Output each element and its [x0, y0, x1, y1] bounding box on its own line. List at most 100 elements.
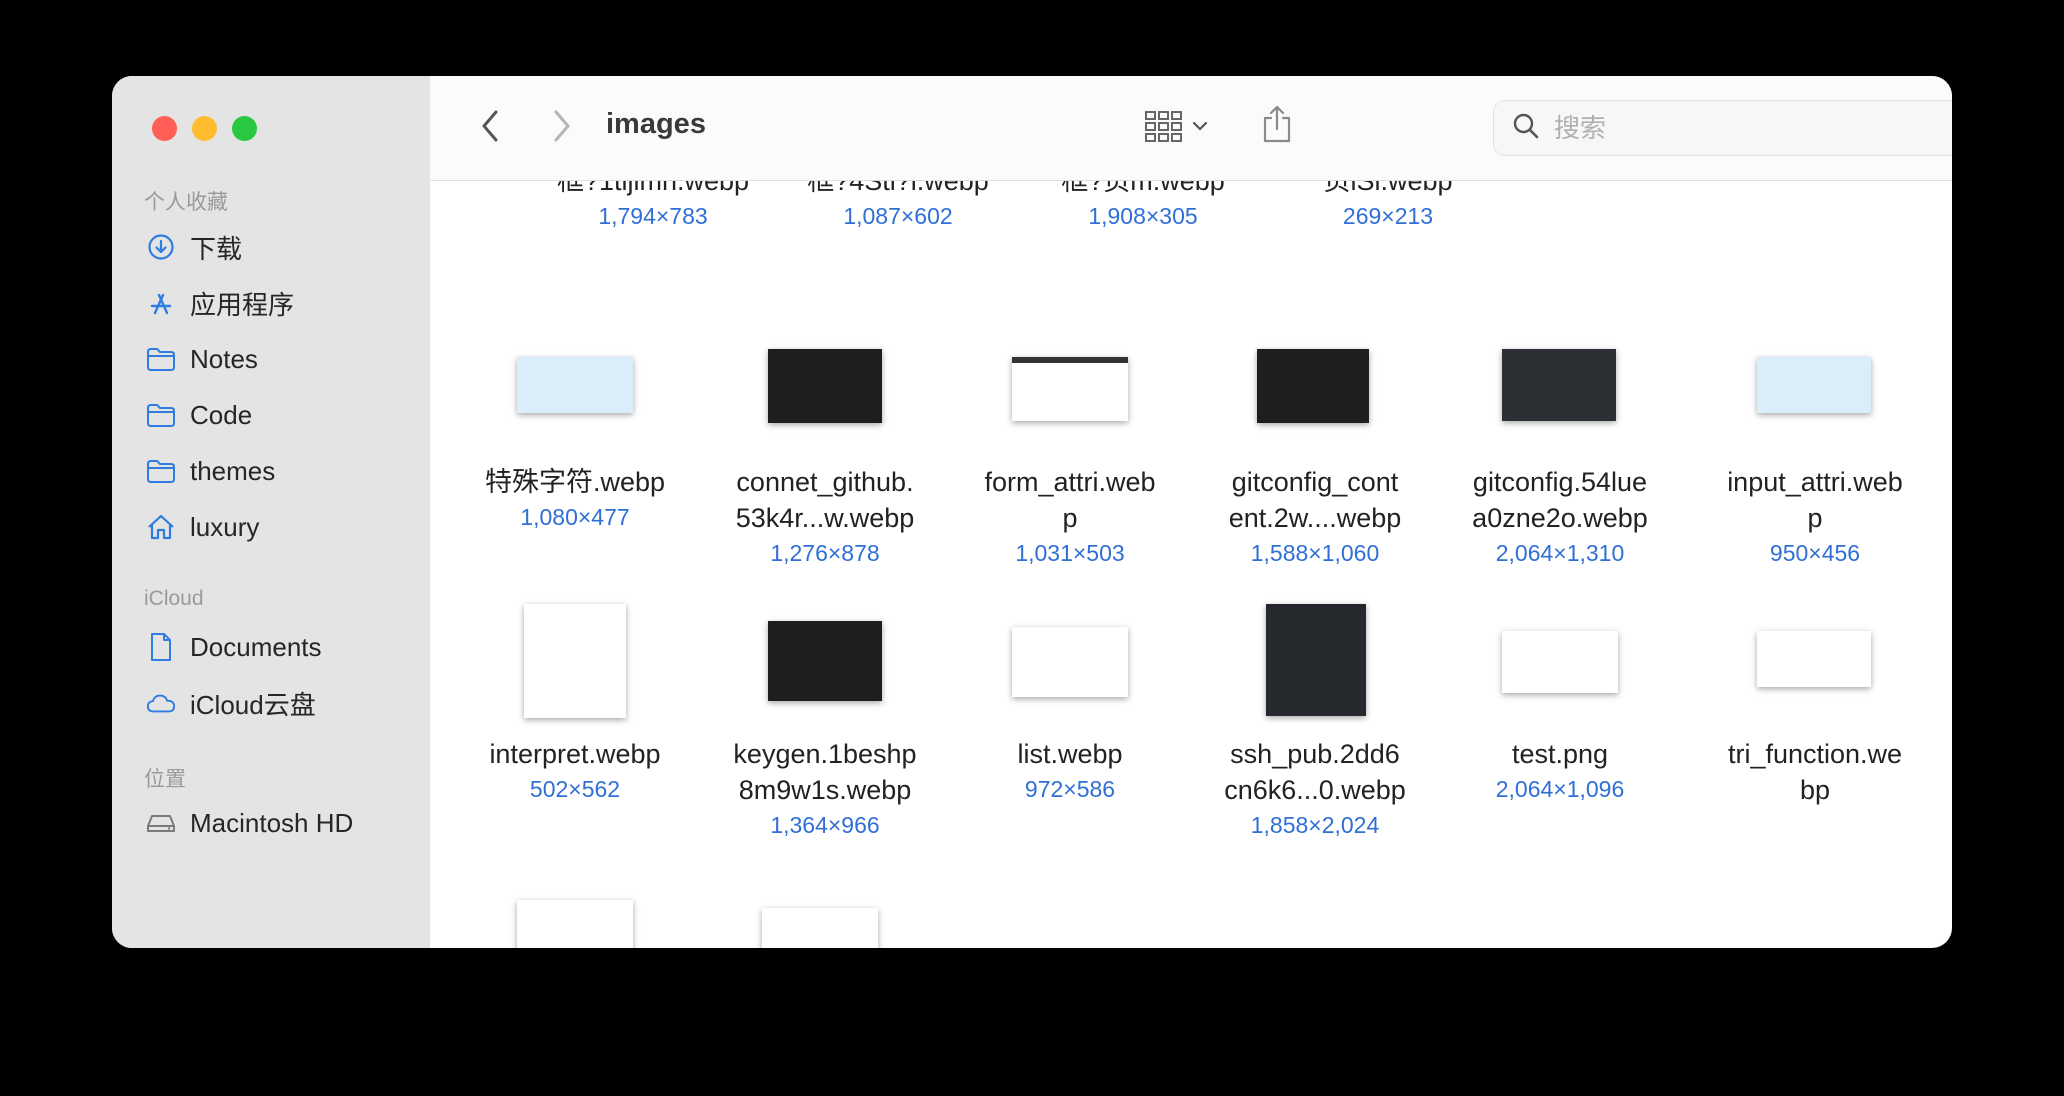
chevron-down-icon: [1192, 119, 1208, 137]
file-dimensions: 269×213: [1342, 203, 1434, 229]
file-dimensions: 1,794×783: [598, 203, 708, 229]
file-thumbnail[interactable]: [768, 621, 882, 701]
file-thumbnail[interactable]: [1266, 604, 1366, 716]
file-name: gitconfig.54lue a0zne2o.webp: [1472, 467, 1648, 533]
sidebar-item-label: 下载: [190, 233, 243, 264]
file-item[interactable]: ssh_pub.2dd6 cn6k6...0.webp 1,858×2,024: [1200, 736, 1430, 842]
file-thumbnail[interactable]: [768, 349, 882, 423]
sidebar-item-label: iCloud云盘: [190, 689, 316, 720]
file-name: interpret.webp: [489, 739, 661, 769]
file-item[interactable]: 框?页m.webp 1,908×305: [1028, 181, 1258, 233]
file-thumbnail[interactable]: [1502, 631, 1618, 693]
share-button[interactable]: [1260, 104, 1304, 148]
file-dimensions: 502×562: [529, 776, 621, 802]
file-dimensions: 1,858×2,024: [1250, 812, 1380, 838]
forward-chevron-icon: [552, 109, 572, 148]
file-item[interactable]: 框?4Stl?l.webp 1,087×602: [783, 181, 1013, 233]
search-input[interactable]: [1552, 111, 1952, 145]
file-thumbnail[interactable]: [1757, 357, 1871, 413]
file-item[interactable]: interpret.webp 502×562: [460, 736, 690, 806]
back-button[interactable]: [470, 106, 510, 150]
sidebar-item-label: Documents: [190, 631, 322, 662]
file-item[interactable]: 框?1tljlmn.webp 1,794×783: [538, 181, 768, 233]
search-field[interactable]: [1493, 100, 1952, 156]
folder-icon: [146, 400, 176, 430]
toolbar: images: [430, 76, 1952, 181]
file-item[interactable]: 页lSl.webp 269×213: [1273, 181, 1503, 233]
sidebar-item-label: themes: [190, 455, 276, 486]
file-thumbnail[interactable]: [1012, 357, 1128, 421]
file-item[interactable]: test.png 2,064×1,096: [1445, 736, 1675, 806]
sidebar-item-notes[interactable]: Notes: [146, 339, 416, 379]
file-item[interactable]: connet_github. 53k4r...w.webp 1,276×878: [710, 464, 940, 570]
folder-icon: [146, 456, 176, 486]
disk-icon: [146, 808, 176, 838]
view-options-button[interactable]: [1144, 106, 1224, 150]
file-item[interactable]: form_attri.web p 1,031×503: [955, 464, 1185, 570]
file-name: 框?1tljlmn.webp: [556, 181, 750, 196]
file-name: 页lSl.webp: [1323, 181, 1453, 196]
file-name: form_attri.web p: [984, 467, 1156, 533]
file-item[interactable]: list.webp 972×586: [955, 736, 1185, 806]
file-grid: 框?1tljlmn.webp 1,794×783 框?4Stl?l.webp 1…: [430, 181, 1952, 948]
file-name: connet_github. 53k4r...w.webp: [735, 467, 915, 533]
file-dimensions: 1,588×1,060: [1250, 540, 1380, 566]
applications-icon: [146, 288, 176, 318]
file-thumbnail[interactable]: [762, 908, 878, 948]
file-dimensions: 1,080×477: [520, 504, 630, 530]
cloud-icon: [146, 688, 176, 718]
file-thumbnail[interactable]: [1502, 349, 1616, 421]
sidebar-item-documents[interactable]: Documents: [146, 627, 416, 667]
back-chevron-icon: [480, 109, 500, 148]
file-item[interactable]: gitconfig.54lue a0zne2o.webp 2,064×1,310: [1445, 464, 1675, 570]
zoom-button[interactable]: [232, 116, 257, 141]
home-icon: [146, 512, 176, 542]
file-dimensions: 2,064×1,310: [1495, 540, 1625, 566]
sidebar-item-code[interactable]: Code: [146, 395, 416, 435]
file-thumbnail[interactable]: [1012, 627, 1128, 697]
file-dimensions: 1,087×602: [843, 203, 953, 229]
file-item[interactable]: keygen.1beshp 8m9w1s.webp 1,364×966: [710, 736, 940, 842]
file-item[interactable]: 特殊字符.webp 1,080×477: [460, 464, 690, 534]
finder-window: 个人收藏 下载 应用程序 Notes Code themes luxury iC…: [112, 76, 1952, 948]
sidebar-section-favorites: 个人收藏: [144, 191, 228, 214]
sidebar-item-luxury[interactable]: luxury: [146, 507, 416, 547]
file-thumbnail[interactable]: [1257, 349, 1369, 423]
minimize-button[interactable]: [192, 116, 217, 141]
sidebar-section-icloud: iCloud: [144, 587, 204, 610]
file-name: 框?4Stl?l.webp: [807, 181, 989, 196]
sidebar-item-downloads[interactable]: 下载: [146, 227, 416, 267]
document-icon: [146, 632, 176, 662]
sidebar-item-icloud-drive[interactable]: iCloud云盘: [146, 683, 416, 723]
file-dimensions: 950×456: [1769, 540, 1861, 566]
sidebar-section-locations: 位置: [144, 768, 186, 791]
file-dimensions: 1,276×878: [770, 540, 880, 566]
file-name: test.png: [1511, 739, 1609, 769]
forward-button[interactable]: [542, 106, 582, 150]
sidebar-item-label: Code: [190, 399, 253, 430]
file-name: 框?页m.webp: [1061, 181, 1225, 196]
file-dimensions: 1,031×503: [1015, 540, 1125, 566]
file-item[interactable]: gitconfig_cont ent.2w....webp 1,588×1,06…: [1200, 464, 1430, 570]
close-button[interactable]: [152, 116, 177, 141]
sidebar-item-label: Macintosh HD: [190, 807, 354, 838]
file-dimensions: 972×586: [1024, 776, 1116, 802]
file-thumbnail[interactable]: [524, 604, 626, 718]
file-thumbnail[interactable]: [1757, 631, 1871, 687]
file-dimensions: 2,064×1,096: [1495, 776, 1625, 802]
sidebar-item-themes[interactable]: themes: [146, 451, 416, 491]
file-name: 特殊字符.webp: [484, 467, 666, 497]
file-name: tri_function.we bp: [1727, 739, 1903, 805]
folder-icon: [146, 344, 176, 374]
sidebar-item-applications[interactable]: 应用程序: [146, 283, 416, 323]
file-item[interactable]: input_attri.web p 950×456: [1700, 464, 1930, 570]
grid-view-icon: [1144, 109, 1184, 148]
search-icon: [1512, 112, 1540, 145]
file-item[interactable]: tri_function.we bp: [1700, 736, 1930, 808]
file-name: list.webp: [1017, 739, 1123, 769]
download-icon: [146, 232, 176, 262]
file-dimensions: 1,364×966: [770, 812, 880, 838]
sidebar-item-macintosh-hd[interactable]: Macintosh HD: [146, 803, 416, 843]
file-thumbnail[interactable]: [517, 357, 633, 413]
file-thumbnail[interactable]: [517, 900, 633, 948]
